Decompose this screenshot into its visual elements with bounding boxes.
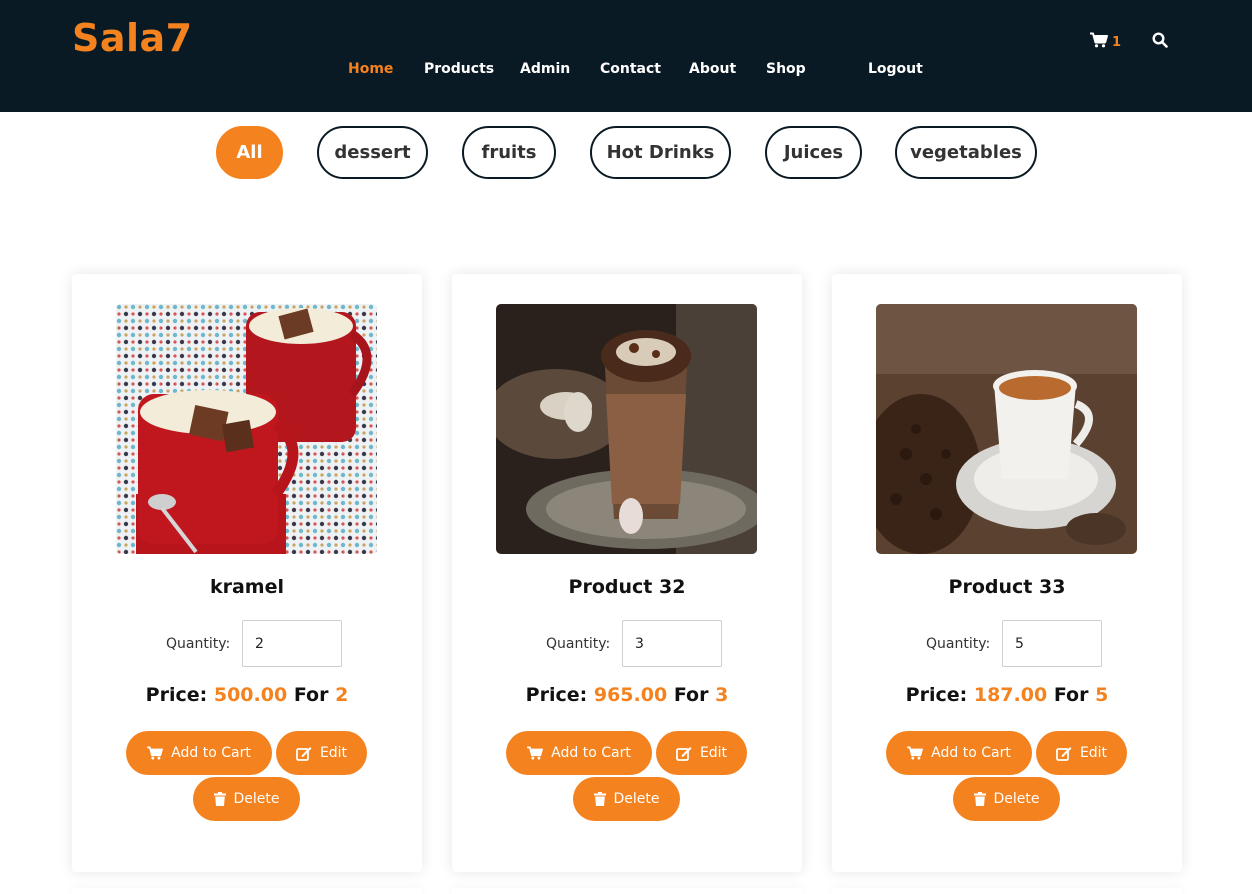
product-price: Price: 965.00 For 3 — [452, 684, 802, 706]
filter-dessert[interactable]: dessert — [317, 126, 428, 179]
filter-juices[interactable]: Juices — [765, 126, 862, 179]
add-to-cart-button[interactable]: Add to Cart — [886, 731, 1032, 775]
product-image — [876, 304, 1137, 554]
trash-icon — [213, 792, 226, 806]
shopping-cart-icon — [147, 746, 164, 760]
edit-icon — [1056, 746, 1072, 761]
trash-icon — [973, 792, 986, 806]
add-to-cart-button[interactable]: Add to Cart — [506, 731, 652, 775]
search-button[interactable] — [1152, 32, 1168, 52]
product-title: kramel — [209, 576, 285, 598]
delete-button[interactable]: Delete — [573, 777, 680, 821]
delete-label: Delete — [613, 791, 660, 807]
price-label: Price: — [145, 684, 208, 706]
delete-label: Delete — [993, 791, 1040, 807]
product-title: Product 32 — [568, 576, 686, 598]
add-to-cart-label: Add to Cart — [551, 745, 631, 761]
for-label: For — [293, 684, 329, 706]
nav-logout[interactable]: Logout — [868, 61, 923, 77]
product-price: Price: 500.00 For 2 — [72, 684, 422, 706]
trash-icon — [593, 792, 606, 806]
edit-button[interactable]: Edit — [1036, 731, 1127, 775]
edit-button[interactable]: Edit — [276, 731, 367, 775]
product-card: kramel Quantity: Price: 500.00 For 2 Add… — [72, 274, 422, 872]
search-icon — [1152, 32, 1168, 52]
for-label: For — [673, 684, 709, 706]
cart-count: 1 — [1112, 34, 1122, 50]
add-to-cart-label: Add to Cart — [931, 745, 1011, 761]
add-to-cart-label: Add to Cart — [171, 745, 251, 761]
shopping-cart-icon — [527, 746, 544, 760]
delete-button[interactable]: Delete — [953, 777, 1060, 821]
site-logo[interactable]: Sala7 — [72, 16, 193, 60]
edit-label: Edit — [1079, 745, 1108, 761]
product-image — [496, 304, 757, 554]
price-value: 187.00 — [973, 684, 1048, 706]
price-label: Price: — [525, 684, 588, 706]
quantity-label: Quantity: — [926, 636, 991, 652]
edit-icon — [676, 746, 692, 761]
for-quantity: 5 — [1095, 684, 1109, 706]
nav-products[interactable]: Products — [424, 61, 494, 77]
next-row-card — [832, 888, 1182, 894]
shopping-cart-icon — [1090, 32, 1108, 52]
price-value: 500.00 — [213, 684, 288, 706]
price-value: 965.00 — [593, 684, 668, 706]
price-label: Price: — [905, 684, 968, 706]
shopping-cart-icon — [907, 746, 924, 760]
filter-vegetables[interactable]: vegetables — [895, 126, 1037, 179]
edit-label: Edit — [699, 745, 728, 761]
product-price: Price: 187.00 For 5 — [832, 684, 1182, 706]
filter-fruits[interactable]: fruits — [462, 126, 556, 179]
edit-button[interactable]: Edit — [656, 731, 747, 775]
nav-about[interactable]: About — [689, 61, 736, 77]
next-row-card — [72, 888, 422, 894]
nav-home[interactable]: Home — [348, 61, 393, 77]
product-card: Product 33 Quantity: Price: 187.00 For 5… — [832, 274, 1182, 872]
nav-shop[interactable]: Shop — [766, 61, 806, 77]
quantity-label: Quantity: — [546, 636, 611, 652]
for-quantity: 3 — [715, 684, 729, 706]
quantity-input[interactable] — [622, 620, 722, 667]
edit-icon — [296, 746, 312, 761]
edit-label: Edit — [319, 745, 348, 761]
for-quantity: 2 — [335, 684, 349, 706]
product-card: Product 32 Quantity: Price: 965.00 For 3… — [452, 274, 802, 872]
delete-label: Delete — [233, 791, 280, 807]
product-title: Product 33 — [948, 576, 1066, 598]
nav-contact[interactable]: Contact — [600, 61, 661, 77]
cart-link[interactable]: 1 — [1090, 32, 1121, 52]
quantity-input[interactable] — [242, 620, 342, 667]
delete-button[interactable]: Delete — [193, 777, 300, 821]
for-label: For — [1053, 684, 1089, 706]
nav-admin[interactable]: Admin — [520, 61, 570, 77]
next-row-card — [452, 888, 802, 894]
filter-hot-drinks[interactable]: Hot Drinks — [590, 126, 731, 179]
quantity-input[interactable] — [1002, 620, 1102, 667]
filter-all[interactable]: All — [216, 126, 283, 179]
quantity-label: Quantity: — [166, 636, 231, 652]
site-header: Sala7 Home Products Admin Contact About … — [0, 0, 1252, 112]
add-to-cart-button[interactable]: Add to Cart — [126, 731, 272, 775]
product-image — [116, 304, 377, 554]
